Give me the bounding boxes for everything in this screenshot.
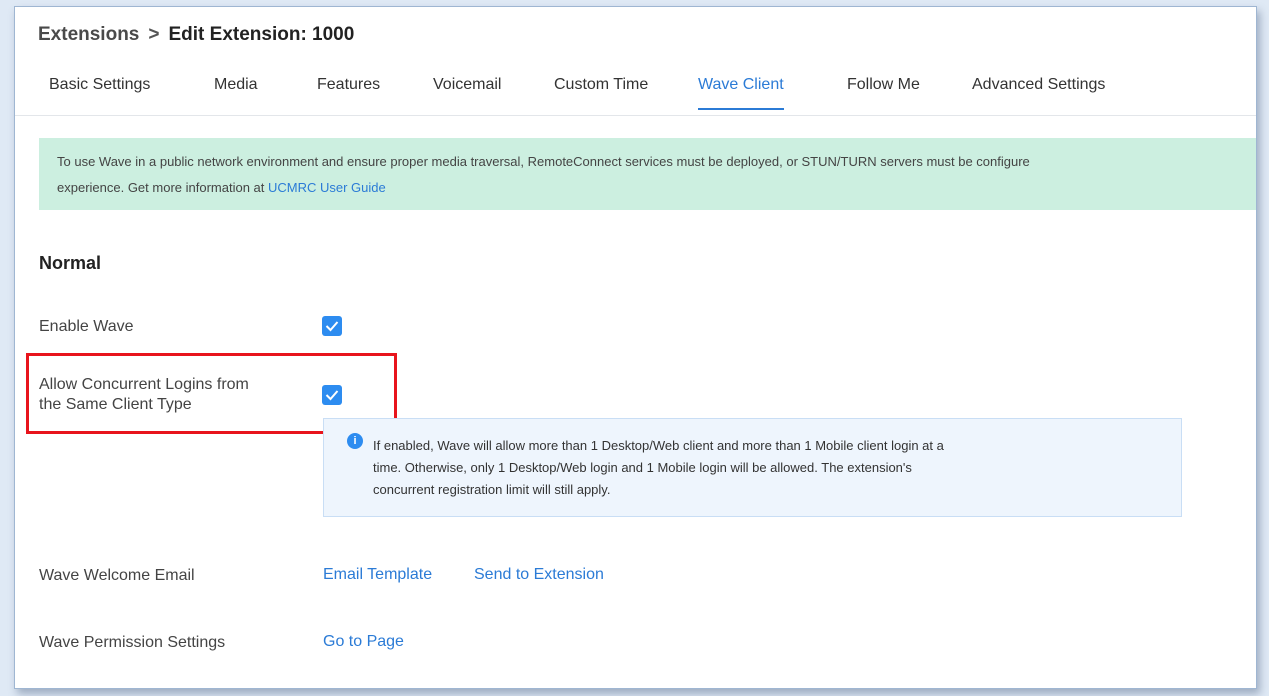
tab-bar: Basic Settings Media Features Voicemail … [15,71,1256,116]
tab-basic-settings[interactable]: Basic Settings [49,76,150,108]
edit-extension-window: Extensions > Edit Extension: 1000 Basic Se… [14,6,1257,689]
notice-banner: To use Wave in a public network environm… [39,138,1256,210]
breadcrumb: Extensions > Edit Extension: 1000 [38,24,354,46]
wave-welcome-email-label: Wave Welcome Email [39,567,195,584]
tab-follow-me[interactable]: Follow Me [847,76,920,108]
email-template-link[interactable]: Email Template [323,566,432,584]
breadcrumb-extensions-link[interactable]: Extensions [38,24,139,45]
enable-wave-checkbox[interactable] [322,316,342,336]
notice-text-prefix: experience. Get more information at [57,180,268,195]
info-icon: i [347,433,363,449]
tab-voicemail[interactable]: Voicemail [433,76,501,108]
section-title-normal: Normal [39,253,102,273]
notice-text-line1: To use Wave in a public network environm… [57,154,1030,169]
tab-media[interactable]: Media [214,76,258,108]
info-text-line2: time. Otherwise, only 1 Desktop/Web logi… [373,460,912,475]
tab-wave-client[interactable]: Wave Client [698,76,784,110]
wave-permission-settings-label: Wave Permission Settings [39,634,226,651]
page-title: Edit Extension: 1000 [168,24,355,45]
info-text: If enabled, Wave will allow more than 1 … [373,435,944,501]
tab-custom-time[interactable]: Custom Time [554,76,648,108]
ucmrc-user-guide-link[interactable]: UCMRC User Guide [268,180,386,195]
notice-text-line2: experience. Get more information at UCMR… [57,175,386,200]
info-text-line3: concurrent registration limit will still… [373,482,611,497]
tab-features[interactable]: Features [317,76,380,108]
enable-wave-label: Enable Wave [39,318,134,335]
info-tooltip: i If enabled, Wave will allow more than … [323,418,1182,517]
tab-advanced-settings[interactable]: Advanced Settings [972,76,1105,108]
breadcrumb-separator: > [148,24,160,45]
send-to-extension-link[interactable]: Send to Extension [474,566,604,584]
checkmark-icon [325,321,339,332]
info-text-line1: If enabled, Wave will allow more than 1 … [373,438,944,453]
go-to-page-link[interactable]: Go to Page [323,633,404,651]
